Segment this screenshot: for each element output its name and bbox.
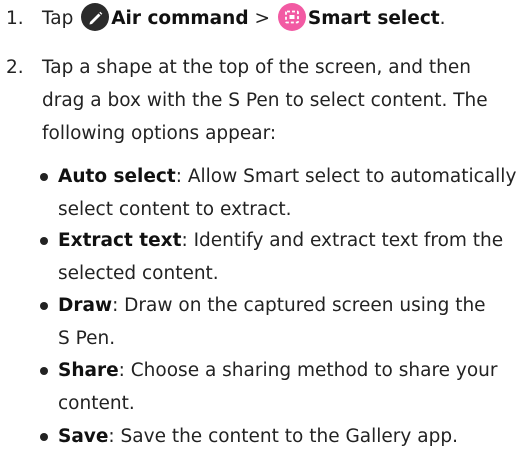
- option-desc: : Identify and extract text from the: [181, 230, 504, 251]
- step-number: 1.: [6, 8, 24, 29]
- step-prefix: Tap: [42, 8, 74, 29]
- option-desc: : Choose a sharing method to share your: [118, 360, 498, 381]
- option-extract-text: Extract text: Identify and extract text …: [40, 224, 528, 290]
- air-command-label: Air command: [111, 8, 249, 29]
- bullet-icon: [40, 367, 48, 375]
- bullet-icon: [40, 237, 48, 245]
- step-line: Tap a shape at the top of the screen, an…: [42, 57, 472, 78]
- option-desc-cont: select content to extract.: [58, 199, 292, 220]
- bullet-icon: [40, 173, 48, 181]
- option-term: Draw: [58, 295, 113, 316]
- option-auto-select: Auto select: Allow Smart select to autom…: [40, 160, 528, 226]
- step-suffix: .: [439, 8, 446, 29]
- separator: >: [254, 8, 270, 29]
- pen-icon: [81, 3, 110, 31]
- smart-select-label: Smart select: [307, 8, 440, 29]
- step-line: drag a box with the S Pen to select cont…: [42, 90, 488, 111]
- step-number: 2.: [6, 57, 24, 78]
- option-desc: : Save the content to the Gallery app.: [108, 426, 458, 447]
- step-text: Tap a shape at the top of the screen, an…: [42, 51, 522, 150]
- step-line: following options appear:: [42, 123, 277, 144]
- bullet-icon: [40, 302, 48, 310]
- option-desc-cont: selected content.: [58, 263, 219, 284]
- option-desc: : Draw on the captured screen using the: [112, 295, 486, 316]
- option-term: Share: [58, 360, 119, 381]
- step-text: Tap Air command > Smart select.: [42, 2, 522, 35]
- option-desc-cont: content.: [58, 393, 135, 414]
- option-term: Extract text: [58, 230, 182, 251]
- option-draw: Draw: Draw on the captured screen using …: [40, 289, 528, 355]
- option-desc: : Allow Smart select to automatically: [175, 166, 517, 187]
- option-share: Share: Choose a sharing method to share …: [40, 354, 528, 420]
- option-save: Save: Save the content to the Gallery ap…: [40, 420, 528, 453]
- option-term: Auto select: [58, 166, 176, 187]
- option-desc-cont: S Pen.: [58, 328, 116, 349]
- option-term: Save: [58, 426, 109, 447]
- smart-select-icon: [277, 3, 306, 31]
- instructions-page: 1. Tap Air command > Smart select. 2. Ta…: [0, 0, 530, 468]
- bullet-icon: [40, 433, 48, 441]
